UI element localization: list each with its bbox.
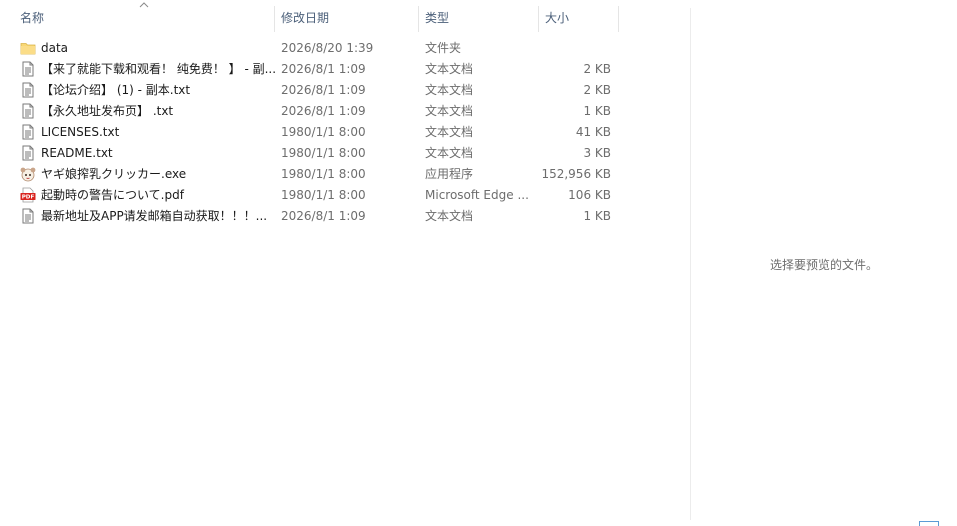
file-size: 152,956 KB (541, 167, 611, 181)
file-row[interactable]: 【来了就能下载和观看！ 纯免费！ 】 - 副... 2026/8/1 1:09 文本… (14, 59, 626, 80)
file-name: 【来了就能下载和观看！ 纯免费！ 】 - 副... (41, 62, 277, 76)
file-type: Microsoft Edge ... (425, 188, 529, 202)
file-size: 106 KB (568, 188, 611, 202)
file-row[interactable]: PDF 起動時の警告について.pdf 1980/1/1 8:00 Microsoft … (14, 185, 626, 206)
text-file-icon (20, 61, 36, 77)
file-type: 文本文档 (425, 125, 474, 139)
file-type: 文本文档 (425, 62, 474, 76)
file-type: 应用程序 (425, 167, 474, 181)
file-row[interactable]: 最新地址及APP请发邮箱自动获取！！！... 2026/8/1 1:09 文本文档 1… (14, 206, 626, 227)
text-file-icon (20, 208, 36, 224)
column-header-date-label: 修改日期 (281, 11, 330, 25)
file-type: 文本文档 (425, 146, 474, 160)
column-resize-handle[interactable] (618, 6, 619, 32)
file-row[interactable]: 【永久地址发布页】 .txt 2026/8/1 1:09 文本文档 1 KB (14, 101, 626, 122)
file-modified-date: 2026/8/1 1:09 (281, 104, 366, 118)
file-name: ヤギ娘搾乳クリッカー.exe (41, 167, 187, 181)
file-name: 【论坛介绍】 (1) - 副本.txt (41, 83, 191, 97)
column-header-size-label: 大小 (545, 11, 570, 25)
file-size: 41 KB (575, 125, 611, 139)
pdf-file-icon: PDF (20, 187, 36, 203)
file-name: 最新地址及APP请发邮箱自动获取！！！... (41, 209, 268, 223)
column-header-bar: 名称 修改日期 类型 大小 (0, 0, 690, 34)
file-size: 2 KB (583, 83, 611, 97)
text-file-icon (20, 103, 36, 119)
file-row[interactable]: ヤギ娘搾乳クリッカー.exe 1980/1/1 8:00 应用程序 152,956 K… (14, 164, 626, 185)
file-modified-date: 1980/1/1 8:00 (281, 188, 366, 202)
file-size: 2 KB (583, 62, 611, 76)
file-size: 1 KB (583, 104, 611, 118)
file-modified-date: 2026/8/1 1:09 (281, 62, 366, 76)
file-modified-date: 1980/1/1 8:00 (281, 125, 366, 139)
file-name: 【永久地址发布页】 .txt (41, 104, 174, 118)
file-type: 文件夹 (425, 41, 462, 55)
file-modified-date: 2026/8/20 1:39 (281, 41, 374, 55)
folder-icon (20, 40, 36, 56)
file-row[interactable]: README.txt 1980/1/1 8:00 文本文档 3 KB (14, 143, 626, 164)
column-header-name[interactable]: 名称 (14, 0, 274, 34)
file-name: README.txt (41, 146, 113, 160)
file-modified-date: 2026/8/1 1:09 (281, 209, 366, 223)
file-list-pane: 名称 修改日期 类型 大小 data 2026/8/20 1:39 文件夹【来了就能… (0, 0, 690, 526)
file-name: data (41, 41, 69, 55)
app-exe-icon (20, 166, 36, 182)
file-row[interactable]: 【论坛介绍】 (1) - 副本.txt 2026/8/1 1:09 文本文档 2 KB (14, 80, 626, 101)
svg-text:PDF: PDF (22, 195, 35, 201)
file-type: 文本文档 (425, 83, 474, 97)
file-size: 3 KB (583, 146, 611, 160)
file-name: LICENSES.txt (41, 125, 120, 139)
file-modified-date: 2026/8/1 1:09 (281, 83, 366, 97)
text-file-icon (20, 124, 36, 140)
column-header-type[interactable]: 类型 (419, 0, 538, 34)
file-size: 1 KB (583, 209, 611, 223)
file-size (539, 38, 611, 59)
column-header-size[interactable]: 大小 (539, 0, 618, 34)
file-modified-date: 1980/1/1 8:00 (281, 146, 366, 160)
file-modified-date: 1980/1/1 8:00 (281, 167, 366, 181)
file-row[interactable]: LICENSES.txt 1980/1/1 8:00 文本文档 41 KB (14, 122, 626, 143)
column-header-date[interactable]: 修改日期 (275, 0, 418, 34)
file-type: 文本文档 (425, 104, 474, 118)
file-row[interactable]: data 2026/8/20 1:39 文件夹 (14, 38, 626, 59)
preview-empty-message: 选择要预览的文件。 (769, 258, 878, 272)
file-type: 文本文档 (425, 209, 474, 223)
text-file-icon (20, 145, 36, 161)
preview-pane: 选择要预览的文件。 (691, 0, 957, 526)
text-file-icon (20, 82, 36, 98)
file-name: 起動時の警告について.pdf (41, 188, 184, 202)
column-header-name-label: 名称 (20, 11, 45, 25)
scroll-thumb[interactable] (919, 521, 939, 526)
column-header-type-label: 类型 (425, 11, 450, 25)
